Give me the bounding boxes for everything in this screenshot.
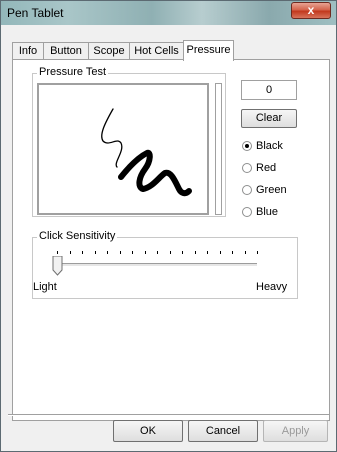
slider-tick (245, 251, 246, 254)
slider-tick (70, 251, 71, 254)
cancel-button[interactable]: Cancel (188, 420, 258, 442)
click-sensitivity-label: Click Sensitivity (37, 230, 118, 242)
ok-button-label: OK (140, 425, 156, 437)
slider-min-label: Light (33, 281, 57, 293)
apply-button[interactable]: Apply (263, 420, 328, 442)
cancel-button-label: Cancel (205, 425, 241, 437)
tab-hot-cells[interactable]: Hot Cells (129, 42, 184, 59)
radio-green-indicator (242, 185, 252, 195)
slider-tick (145, 251, 146, 254)
slider-tick (182, 251, 183, 254)
pressure-tab-panel: Pressure Test 0 Clear Black Red Green Bl… (12, 59, 330, 421)
slider-tick (82, 251, 83, 254)
canvas-scrollbar[interactable] (215, 83, 222, 215)
ok-button[interactable]: OK (113, 420, 183, 442)
tab-label: Scope (93, 45, 125, 57)
slider-tick (257, 251, 258, 254)
sensitivity-slider-thumb[interactable] (52, 256, 63, 276)
pen-tablet-dialog: Pen Tablet x Info Button Scope Hot Cells… (0, 0, 337, 452)
close-button[interactable]: x (291, 2, 331, 19)
dialog-client-area: Info Button Scope Hot Cells Pressure Pre… (8, 26, 330, 446)
tab-info[interactable]: Info (12, 42, 44, 59)
pressure-value: 0 (265, 84, 273, 96)
clear-button-label: Clear (255, 112, 283, 124)
tab-label: Button (50, 45, 82, 57)
pressure-test-group: Pressure Test (32, 66, 226, 217)
radio-black-label: Black (256, 140, 283, 152)
slider-tick (120, 251, 121, 254)
tab-button[interactable]: Button (43, 42, 89, 59)
radio-red-label: Red (256, 162, 277, 174)
slider-tick (107, 251, 108, 254)
slider-tick (195, 251, 196, 254)
pressure-drawing-canvas[interactable] (37, 83, 209, 215)
slider-tick (95, 251, 96, 254)
tab-label: Pressure (186, 44, 231, 56)
slider-max-label: Heavy (256, 281, 288, 293)
close-icon: x (307, 3, 315, 17)
sensitivity-slider-track[interactable] (57, 263, 257, 267)
tab-label: Hot Cells (134, 45, 179, 57)
slider-tick (220, 251, 221, 254)
tab-pressure[interactable]: Pressure (183, 40, 234, 61)
footer-separator (8, 414, 329, 416)
pen-stroke-drawing (101, 108, 192, 197)
tab-label: Info (18, 45, 38, 57)
slider-tick (170, 251, 171, 254)
slider-tick (132, 251, 133, 254)
slider-tick (57, 251, 58, 254)
radio-black-indicator (242, 141, 252, 151)
slider-tick (157, 251, 158, 254)
radio-green-label: Green (256, 184, 287, 196)
apply-button-label: Apply (281, 425, 310, 437)
tab-scope[interactable]: Scope (88, 42, 130, 59)
radio-blue-indicator (242, 207, 252, 217)
click-sensitivity-group: Click Sensitivity Light Heavy (32, 230, 298, 299)
radio-blue-label: Blue (256, 206, 279, 218)
window-title: Pen Tablet (7, 6, 64, 20)
slider-tick (232, 251, 233, 254)
pressure-value-display: 0 (241, 80, 297, 100)
pressure-test-label: Pressure Test (37, 66, 109, 78)
title-bar[interactable]: Pen Tablet x (1, 1, 336, 25)
slider-tick (207, 251, 208, 254)
clear-button[interactable]: Clear (241, 109, 297, 128)
radio-red-indicator (242, 163, 252, 173)
